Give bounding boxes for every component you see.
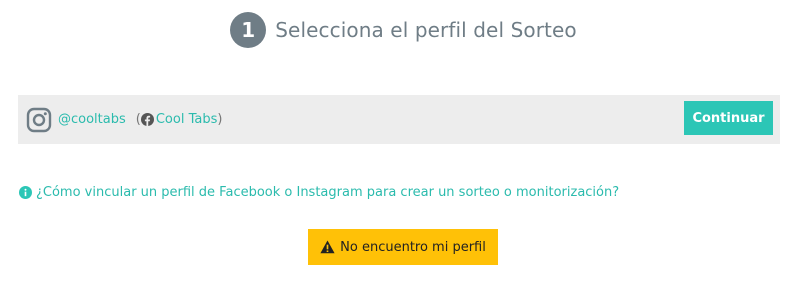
step-number-badge: 1 (230, 12, 267, 48)
profile-row[interactable]: @cooltabs ( Cool Tabs ) Continuar (18, 95, 780, 144)
profile-selection-page: 1 Selecciona el perfil del Sorteo @coolt… (0, 0, 807, 282)
continue-button[interactable]: Continuar (684, 101, 773, 135)
step-title: Selecciona el perfil del Sorteo (275, 18, 577, 42)
instagram-handle-link[interactable]: @cooltabs (58, 112, 126, 127)
paren-close: ) (217, 112, 223, 127)
warning-icon (320, 240, 335, 254)
facebook-page-link[interactable]: Cool Tabs (140, 112, 218, 127)
instagram-icon (26, 107, 52, 132)
help-link[interactable]: ¿Cómo vincular un perfil de Facebook o I… (19, 185, 619, 200)
profile-not-found-button[interactable]: No encuentro mi perfil (308, 229, 498, 265)
info-icon (19, 186, 32, 199)
step-header: 1 Selecciona el perfil del Sorteo (0, 12, 807, 48)
help-link-text: ¿Cómo vincular un perfil de Facebook o I… (36, 185, 620, 200)
facebook-icon (140, 113, 154, 126)
facebook-page-name: Cool Tabs (155, 112, 218, 127)
profile-not-found-label: No encuentro mi perfil (340, 239, 486, 255)
